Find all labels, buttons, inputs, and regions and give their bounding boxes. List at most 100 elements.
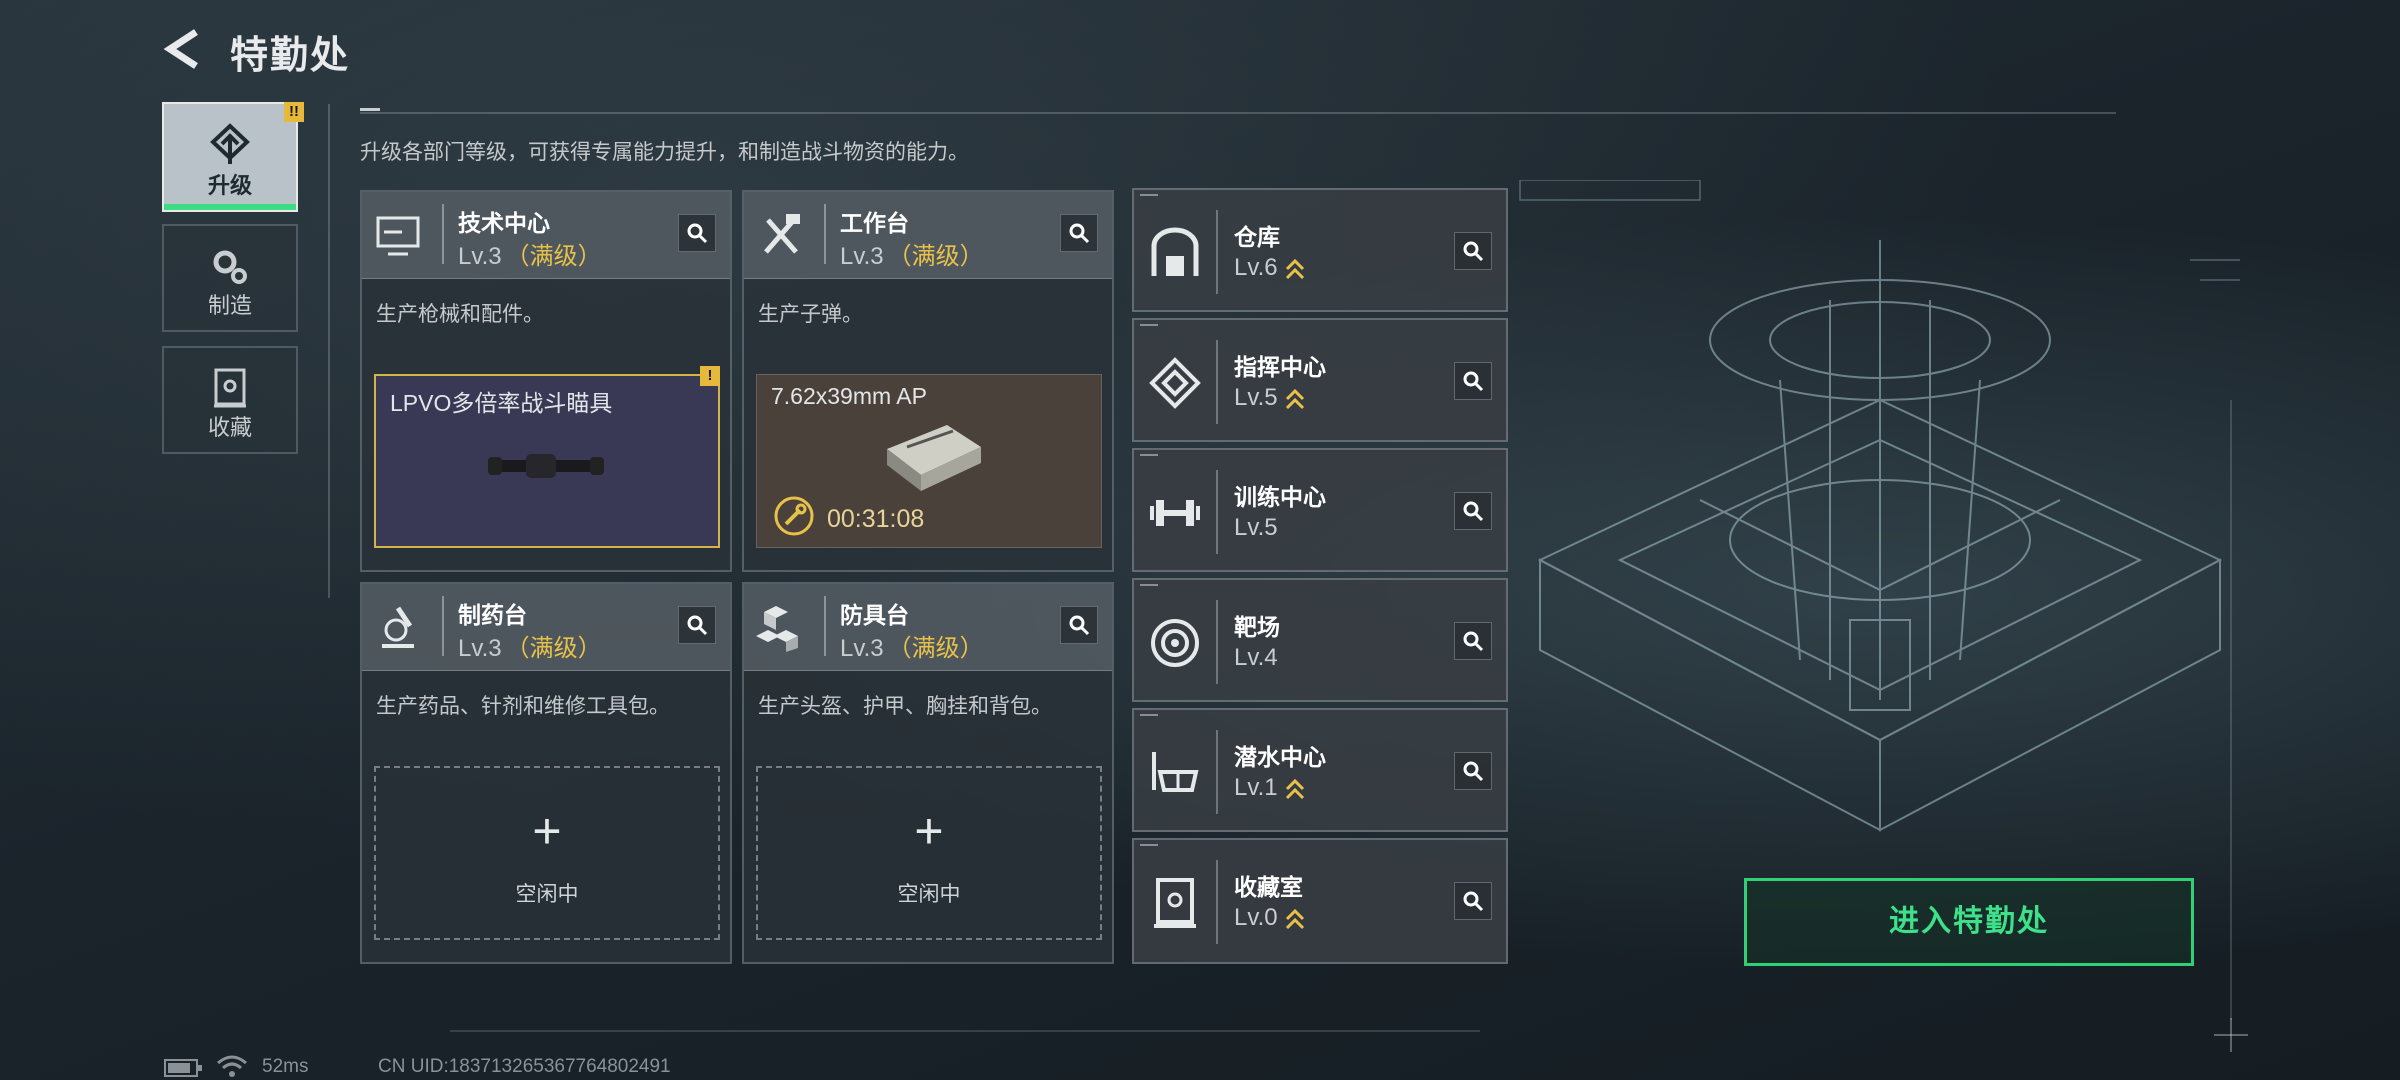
empty-production-slot[interactable]: + 空闲中 <box>756 766 1102 940</box>
department-name: 仓库 <box>1234 224 1280 250</box>
item-separator <box>1216 470 1218 554</box>
search-icon <box>687 223 708 244</box>
department-shooting-range[interactable]: 靶场 Lv.4 <box>1132 578 1508 702</box>
workstation-level: Lv.3 （满级） <box>840 243 984 270</box>
department-level: Lv.5 <box>1234 384 1306 412</box>
header-separator <box>824 204 826 264</box>
search-icon <box>1463 891 1484 912</box>
workstation-name: 防具台 <box>840 602 909 628</box>
nav-tab-upgrade[interactable]: 升级 !! <box>162 102 304 212</box>
command-center-icon <box>1149 357 1201 409</box>
inspect-button[interactable] <box>1454 492 1492 530</box>
department-level: Lv.4 <box>1234 644 1278 671</box>
department-name: 指挥中心 <box>1234 354 1326 380</box>
upgrade-icon <box>210 123 250 164</box>
item-separator <box>1216 860 1218 944</box>
gears-icon <box>213 250 247 284</box>
inspect-button[interactable] <box>1060 606 1098 644</box>
nav-warning-badge: !! <box>284 102 304 122</box>
item-separator <box>1216 340 1218 424</box>
inspect-button[interactable] <box>1454 362 1492 400</box>
empty-production-slot[interactable]: + 空闲中 <box>374 766 720 940</box>
item-separator <box>1216 730 1218 814</box>
inspect-button[interactable] <box>1454 232 1492 270</box>
department-training-center[interactable]: 训练中心 Lv.5 <box>1132 448 1508 572</box>
production-slot[interactable]: LPVO多倍率战斗瞄具 ! <box>374 366 720 548</box>
inspect-button[interactable] <box>1454 752 1492 790</box>
inspect-button[interactable] <box>1060 214 1098 252</box>
idle-label: 空闲中 <box>897 883 961 906</box>
nav-tab-craft[interactable]: 制造 <box>162 224 298 332</box>
plus-icon: + <box>532 803 562 859</box>
crosshair-icon <box>2214 1018 2248 1052</box>
wrench-timer-icon <box>774 496 814 536</box>
department-collection-room[interactable]: 收藏室 Lv.0 <box>1132 838 1508 964</box>
nav-label-upgrade: 升级 <box>207 173 252 198</box>
upgrade-available-icon <box>1285 258 1304 279</box>
department-name: 潜水中心 <box>1234 744 1326 770</box>
workstation-level: Lv.3 （满级） <box>458 635 602 662</box>
target-icon <box>1151 619 1199 667</box>
upgrade-available-icon <box>1285 908 1304 929</box>
inspect-button[interactable] <box>1454 882 1492 920</box>
workstation-description: 生产枪械和配件。 <box>376 303 544 326</box>
workstation-level: Lv.3 （满级） <box>458 243 602 270</box>
nav-tab-collection[interactable]: 收藏 <box>162 346 298 454</box>
collection-room-icon <box>1154 878 1196 928</box>
upgrade-available-icon <box>1285 388 1304 409</box>
item-name: 7.62x39mm AP <box>771 383 927 409</box>
item-separator <box>1216 600 1218 684</box>
card-header: 制药台 Lv.3 （满级） <box>362 584 730 671</box>
workstation-level: Lv.3 （满级） <box>840 635 984 662</box>
player-uid: CN UID:1837132653677648024​91 <box>378 1056 671 1077</box>
workstation-card-tech-center[interactable]: 技术中心 Lv.3 （满级） 生产枪械和配件。 LPVO多倍率战斗瞄具 ! <box>360 190 732 572</box>
display-case-icon <box>214 368 246 408</box>
search-icon <box>1069 615 1090 636</box>
search-icon <box>1463 631 1484 652</box>
plus-icon: + <box>914 803 944 859</box>
department-name: 靶场 <box>1234 614 1280 640</box>
ammo-box-image <box>887 425 981 491</box>
search-icon <box>1463 501 1484 522</box>
workstation-card-armor-bench[interactable]: 防具台 Lv.3 （满级） 生产头盔、护甲、胸挂和背包。 + 空闲中 <box>742 582 1114 964</box>
production-slot[interactable]: 7.62x39mm AP 00:31:08 <box>756 374 1102 548</box>
inspect-button[interactable] <box>678 606 716 644</box>
corner-notch <box>1140 324 1158 326</box>
dumbbell-icon <box>1150 500 1200 526</box>
header-separator <box>442 596 444 656</box>
inspect-button[interactable] <box>1454 622 1492 660</box>
department-warehouse[interactable]: 仓库 Lv.6 <box>1132 188 1508 312</box>
search-icon <box>1069 223 1090 244</box>
header-separator <box>442 204 444 264</box>
inspect-button[interactable] <box>678 214 716 252</box>
card-header: 技术中心 Lv.3 （满级） <box>362 192 730 279</box>
nav-label-collection: 收藏 <box>207 415 252 440</box>
department-level: Lv.0 <box>1234 904 1306 932</box>
card-header: 工作台 Lv.3 （满级） <box>744 192 1112 279</box>
department-diving-center[interactable]: 潜水中心 Lv.1 <box>1132 708 1508 832</box>
item-name: LPVO多倍率战斗瞄具 <box>390 390 613 416</box>
workstation-name: 技术中心 <box>458 210 550 236</box>
bottom-divider <box>450 1030 1480 1032</box>
enter-special-ops-button[interactable]: 进入特勤处 <box>1744 878 2194 966</box>
back-arrow-icon[interactable] <box>160 26 206 72</box>
department-level: Lv.5 <box>1234 514 1278 541</box>
department-name: 训练中心 <box>1234 484 1326 510</box>
workstation-name: 制药台 <box>458 602 527 628</box>
right-guide-line <box>2230 400 2232 1020</box>
workstation-card-pharmacy[interactable]: 制药台 Lv.3 （满级） 生产药品、针剂和维修工具包。 + 空闲中 <box>360 582 732 964</box>
network-latency: 52ms <box>262 1056 309 1077</box>
upgrade-available-icon <box>1285 778 1304 799</box>
header-separator <box>824 596 826 656</box>
search-icon <box>687 615 708 636</box>
corner-notch <box>1140 584 1158 586</box>
workstation-description: 生产子弹。 <box>758 303 863 326</box>
department-name: 收藏室 <box>1234 874 1303 900</box>
item-separator <box>1216 210 1218 294</box>
workstation-card-workbench[interactable]: 工作台 Lv.3 （满级） 生产子弹。 7.62x39mm AP 00:31:08 <box>742 190 1114 572</box>
search-icon <box>1463 241 1484 262</box>
top-divider <box>360 112 2116 114</box>
department-command-center[interactable]: 指挥中心 Lv.5 <box>1132 318 1508 442</box>
base-hologram <box>1519 180 2240 832</box>
divider-tick <box>360 108 380 121</box>
